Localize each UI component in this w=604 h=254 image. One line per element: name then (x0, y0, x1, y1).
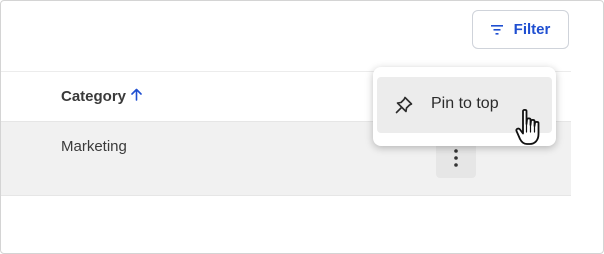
sort-ascending-icon (131, 88, 142, 105)
table-panel: Filter Category Marketing Pin to top (0, 0, 604, 254)
kebab-vertical-icon (454, 148, 458, 172)
hand-pointer-cursor-icon (514, 108, 550, 153)
row-actions-button[interactable] (436, 142, 476, 178)
filter-label: Filter (513, 21, 551, 38)
cell-category: Marketing (61, 138, 127, 155)
column-header-category[interactable]: Category (61, 88, 142, 105)
menu-item-label: Pin to top (431, 95, 499, 112)
pushpin-icon (394, 95, 414, 120)
filter-icon (490, 24, 503, 35)
column-header-label: Category (61, 88, 127, 105)
filter-button[interactable]: Filter (472, 10, 569, 49)
